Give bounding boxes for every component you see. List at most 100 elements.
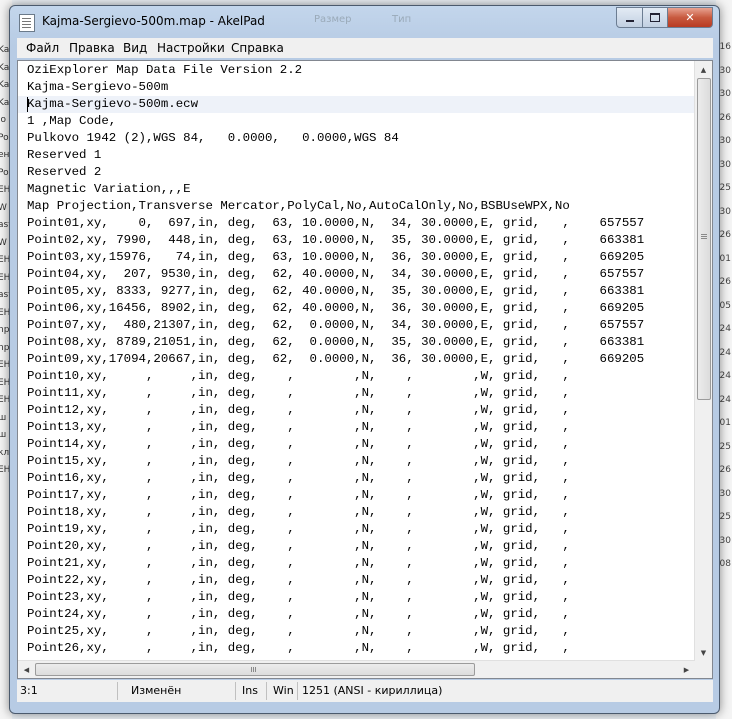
text-line[interactable]: Point01,xy, 0, 697,in, deg, 63, 10.0000,… xyxy=(27,215,644,232)
text-line[interactable]: Point17,xy, , ,in, deg, , ,N, , ,W, grid… xyxy=(27,487,570,504)
app-icon[interactable] xyxy=(19,14,35,32)
text-line[interactable]: Point18,xy, , ,in, deg, , ,N, , ,W, grid… xyxy=(27,504,570,521)
text-line[interactable]: Point22,xy, , ,in, deg, , ,N, , ,W, grid… xyxy=(27,572,570,589)
background-fragment: 30 xyxy=(719,89,731,99)
vertical-scroll-thumb[interactable] xyxy=(697,78,711,400)
status-modified: Изменён xyxy=(131,684,182,697)
scroll-down-icon[interactable]: ▼ xyxy=(695,644,712,661)
text-line[interactable]: Point16,xy, , ,in, deg, , ,N, , ,W, grid… xyxy=(27,470,570,487)
text-line[interactable]: Point12,xy, , ,in, deg, , ,N, , ,W, grid… xyxy=(27,402,570,419)
text-line[interactable]: Point20,xy, , ,in, deg, , ,N, , ,W, grid… xyxy=(27,538,570,555)
background-fragment: ш xyxy=(0,412,7,423)
background-fragment: 01 xyxy=(719,418,731,428)
minimize-icon xyxy=(625,19,634,22)
text-line[interactable]: Point26,xy, , ,in, deg, , ,N, , ,W, grid… xyxy=(27,640,570,657)
close-icon: ✕ xyxy=(685,11,695,24)
text-line[interactable]: OziExplorer Map Data File Version 2.2 xyxy=(27,62,302,79)
background-fragment: 30 xyxy=(719,488,731,499)
text-line[interactable]: Point07,xy, 480,21307,in, deg, 62, 0.000… xyxy=(27,317,644,334)
background-fragment: ш xyxy=(0,430,7,440)
text-line[interactable]: Point08,xy, 8789,21051,in, deg, 62, 0.00… xyxy=(27,334,644,351)
background-fragment: 24 xyxy=(719,371,731,381)
background-fragment: 24 xyxy=(719,394,731,405)
background-fragment: 08 xyxy=(719,559,731,569)
menu-edit[interactable]: Правка xyxy=(69,41,115,55)
title-bar[interactable]: Kajma-Sergievo-500m.map - AkelPad Размер… xyxy=(10,6,719,36)
background-fragment: 30 xyxy=(719,159,731,170)
background-fragment: 05 xyxy=(719,300,731,311)
text-area[interactable]: OziExplorer Map Data File Version 2.2 Kaj… xyxy=(18,61,695,661)
horizontal-scroll-thumb[interactable] xyxy=(35,663,475,676)
akelpad-window: Kajma-Sergievo-500m.map - AkelPad Размер… xyxy=(9,5,720,714)
text-line[interactable]: Point23,xy, , ,in, deg, , ,N, , ,W, grid… xyxy=(27,589,570,606)
menu-file[interactable]: Файл xyxy=(26,41,59,55)
text-line[interactable]: Point13,xy, , ,in, deg, , ,N, , ,W, grid… xyxy=(27,419,570,436)
text-line[interactable]: Kajma-Sergievo-500m xyxy=(27,79,168,96)
text-line[interactable]: Point09,xy,17094,20667,in, deg, 62, 0.00… xyxy=(27,351,644,368)
text-line[interactable]: Reserved 2 xyxy=(27,164,101,181)
maximize-button[interactable] xyxy=(643,7,668,28)
close-button[interactable]: ✕ xyxy=(668,7,713,28)
menu-bar: Файл Правка Вид Настройки Справка xyxy=(17,38,713,58)
background-fragment: 24 xyxy=(719,347,731,358)
text-line[interactable]: Point24,xy, , ,in, deg, , ,N, , ,W, grid… xyxy=(27,606,570,623)
scroll-right-icon[interactable]: ▶ xyxy=(678,661,695,678)
text-line[interactable]: 1 ,Map Code, xyxy=(27,113,116,130)
text-line[interactable]: Point21,xy, , ,in, deg, , ,N, , ,W, grid… xyxy=(27,555,570,572)
vertical-scrollbar[interactable]: ▲ ▼ xyxy=(694,61,712,661)
scroll-left-icon[interactable]: ◀ xyxy=(18,661,35,678)
background-fragment: 30 xyxy=(719,65,731,76)
text-line[interactable]: Point02,xy, 7990, 448,in, deg, 63, 10.00… xyxy=(27,232,644,249)
background-fragment: Po xyxy=(0,132,9,143)
window-title: Kajma-Sergievo-500m.map - AkelPad xyxy=(42,14,265,28)
text-line[interactable]: Magnetic Variation,,,E xyxy=(27,181,191,198)
background-fragment: 26 xyxy=(719,277,731,287)
background-fragment: 01 xyxy=(719,253,731,264)
background-fragment: кл xyxy=(0,447,10,458)
horizontal-scrollbar[interactable]: ◀ ▶ xyxy=(18,660,695,678)
scroll-up-icon[interactable]: ▲ xyxy=(695,61,712,78)
background-fragment: Po xyxy=(0,167,9,178)
text-line[interactable]: Point10,xy, , ,in, deg, , ,N, , ,W, grid… xyxy=(27,368,570,385)
background-fragment: 30 xyxy=(719,136,731,146)
editor[interactable]: OziExplorer Map Data File Version 2.2 Kaj… xyxy=(17,60,713,679)
text-line[interactable]: Point19,xy, , ,in, deg, , ,N, , ,W, grid… xyxy=(27,521,570,538)
text-caret xyxy=(27,97,28,112)
background-fragment: W xyxy=(0,237,7,248)
background-fragment: 25 xyxy=(719,512,731,522)
text-line[interactable]: Point25,xy, , ,in, deg, , ,N, , ,W, grid… xyxy=(27,623,570,640)
scrollbar-corner xyxy=(695,661,712,678)
background-fragment: lo xyxy=(0,115,7,125)
background-column-header: Размер xyxy=(314,14,352,25)
minimize-button[interactable] xyxy=(616,7,643,28)
text-line[interactable]: Kajma-Sergievo-500m.ecw xyxy=(27,96,198,113)
background-fragment: ен xyxy=(0,150,10,160)
text-line[interactable]: Pulkovo 1942 (2),WGS 84, 0.0000, 0.0000,… xyxy=(27,130,399,147)
text-line[interactable]: Map Projection,Transverse Mercator,PolyC… xyxy=(27,198,570,215)
text-line[interactable]: Point05,xy, 8333, 9277,in, deg, 62, 40.0… xyxy=(27,283,644,300)
text-line[interactable]: Point11,xy, , ,in, deg, , ,N, , ,W, grid… xyxy=(27,385,570,402)
status-position: 3:1 xyxy=(20,684,38,697)
text-line[interactable]: Point04,xy, 207, 9530,in, deg, 62, 40.00… xyxy=(27,266,644,283)
text-line[interactable]: Reserved 1 xyxy=(27,147,101,164)
background-fragment: 16 xyxy=(719,42,731,52)
maximize-icon xyxy=(650,13,660,22)
menu-settings[interactable]: Настройки xyxy=(157,41,225,55)
background-fragment: 26 xyxy=(719,465,731,475)
text-line[interactable]: Point15,xy, , ,in, deg, , ,N, , ,W, grid… xyxy=(27,453,570,470)
status-newline: Win xyxy=(273,684,294,697)
status-bar: 3:1 Изменён Ins Win 1251 (ANSI - кирилли… xyxy=(17,680,713,702)
text-line[interactable]: Point14,xy, , ,in, deg, , ,N, , ,W, grid… xyxy=(27,436,570,453)
background-fragment: 25 xyxy=(719,183,731,193)
status-codepage: 1251 (ANSI - кириллица) xyxy=(302,684,443,697)
background-fragment: 26 xyxy=(719,230,731,240)
background-fragment: 30 xyxy=(719,206,731,217)
background-fragment: 25 xyxy=(719,441,731,452)
background-column-header: Тип xyxy=(392,14,412,25)
menu-help[interactable]: Справка xyxy=(231,41,284,55)
background-fragment: 30 xyxy=(719,535,731,546)
status-insert-mode: Ins xyxy=(242,684,258,697)
text-line[interactable]: Point06,xy,16456, 8902,in, deg, 62, 40.0… xyxy=(27,300,644,317)
menu-view[interactable]: Вид xyxy=(123,41,147,55)
text-line[interactable]: Point03,xy,15976, 74,in, deg, 63, 10.000… xyxy=(27,249,644,266)
